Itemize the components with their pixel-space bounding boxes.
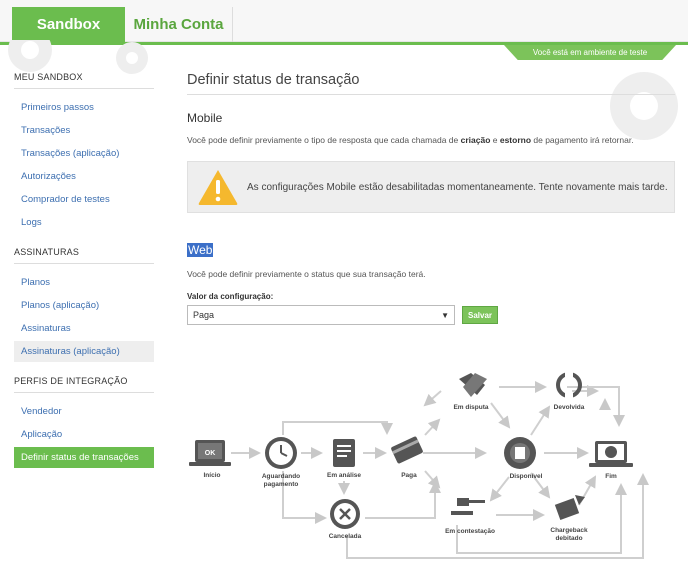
main-content: Definir status de transação Mobile Você … xyxy=(187,72,675,325)
sidebar-item-autorizacoes[interactable]: Autorizações xyxy=(14,166,154,187)
em-disputa-node: Em disputa xyxy=(453,373,489,411)
aguardando-node: Aguardando pagamento xyxy=(262,437,300,488)
top-header: Sandbox Minha Conta xyxy=(0,0,688,42)
caret-down-icon: ▼ xyxy=(441,310,449,320)
sidebar-item-logs[interactable]: Logs xyxy=(14,212,154,233)
sidebar-item-assinaturas-aplicacao[interactable]: Assinaturas (aplicação) xyxy=(14,341,154,362)
page-title: Definir status de transação xyxy=(187,72,675,95)
svg-text:Devolvida: Devolvida xyxy=(554,404,585,411)
config-label: Valor da configuração: xyxy=(187,292,274,301)
paga-node: Paga xyxy=(391,436,423,479)
fim-node: Fim xyxy=(589,441,633,480)
svg-text:Em contestação: Em contestação xyxy=(445,528,495,535)
inicio-node: OK Início xyxy=(189,440,231,479)
sidebar-item-aplicacao[interactable]: Aplicação xyxy=(14,424,154,445)
sidebar-section-title: MEU SANDBOX xyxy=(14,72,154,89)
config-row: Paga ▼ Salvar xyxy=(187,305,675,325)
config-select-value: Paga xyxy=(193,310,215,320)
svg-text:Fim: Fim xyxy=(605,473,617,480)
svg-text:Início: Início xyxy=(204,472,221,479)
sidebar-item-comprador-testes[interactable]: Comprador de testes xyxy=(14,189,154,210)
status-flow-diagram: OK Início Aguardando pagamento Em anális… xyxy=(189,371,649,559)
svg-text:Disponível: Disponível xyxy=(510,473,543,480)
warning-text: As configurações Mobile estão desabilita… xyxy=(247,181,668,193)
svg-text:Paga: Paga xyxy=(401,472,417,479)
my-account-tab[interactable]: Minha Conta xyxy=(125,7,233,42)
sidebar-item-primeiros-passos[interactable]: Primeiros passos xyxy=(14,97,154,118)
sidebar-item-transacoes[interactable]: Transações xyxy=(14,120,154,141)
chargeback-node: Chargeback debitado xyxy=(550,495,588,542)
sidebar-item-definir-status[interactable]: Definir status de transações xyxy=(14,447,154,468)
svg-text:Chargeback: Chargeback xyxy=(550,527,588,534)
disponivel-node: Disponível xyxy=(504,437,543,480)
sidebar-item-assinaturas[interactable]: Assinaturas xyxy=(14,318,154,339)
sidebar-section-title: PERFIS DE INTEGRAÇÃO xyxy=(14,376,154,393)
warning-icon xyxy=(198,170,238,205)
sidebar-item-vendedor[interactable]: Vendedor xyxy=(14,401,154,422)
em-analise-node: Em análise xyxy=(327,439,361,479)
config-select[interactable]: Paga ▼ xyxy=(187,305,455,325)
svg-text:debitado: debitado xyxy=(555,535,582,542)
svg-text:Em análise: Em análise xyxy=(327,472,361,479)
mobile-description: Você pode definir previamente o tipo de … xyxy=(187,135,634,145)
environment-badge: Você está em ambiente de teste xyxy=(504,45,676,60)
svg-text:OK: OK xyxy=(205,450,216,457)
svg-text:Cancelada: Cancelada xyxy=(329,533,362,540)
mobile-warning-box: As configurações Mobile estão desabilita… xyxy=(187,161,675,213)
sidebar-section-title: ASSINATURAS xyxy=(14,247,154,264)
sandbox-tab[interactable]: Sandbox xyxy=(12,7,125,42)
svg-text:pagamento: pagamento xyxy=(264,481,299,488)
cancelada-node: Cancelada xyxy=(329,499,362,540)
sidebar: MEU SANDBOX Primeiros passos Transações … xyxy=(14,72,154,470)
sidebar-item-planos[interactable]: Planos xyxy=(14,272,154,293)
web-description: Você pode definir previamente o status q… xyxy=(187,269,426,279)
save-button[interactable]: Salvar xyxy=(462,306,498,324)
svg-text:Aguardando: Aguardando xyxy=(262,473,300,480)
web-heading: Web xyxy=(187,243,214,257)
devolvida-node: Devolvida xyxy=(554,371,585,411)
em-contestacao-node: Em contestação xyxy=(445,498,495,535)
sidebar-item-planos-aplicacao[interactable]: Planos (aplicação) xyxy=(14,295,154,316)
sidebar-item-transacoes-aplicacao[interactable]: Transações (aplicação) xyxy=(14,143,154,164)
svg-text:Em disputa: Em disputa xyxy=(453,404,488,411)
mobile-heading: Mobile xyxy=(187,111,223,125)
